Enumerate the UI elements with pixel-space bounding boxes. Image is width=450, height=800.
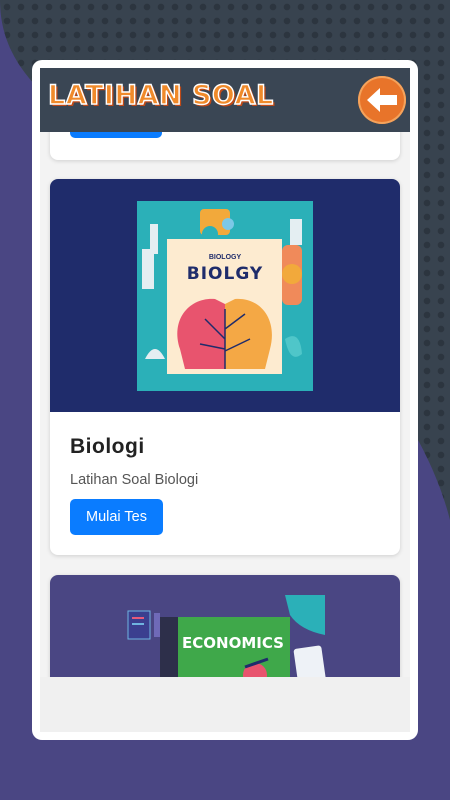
quiz-card-biology: BIOLOGY BIOLGY Biologi Latihan Soal Biol…	[50, 179, 400, 555]
economics-cover-title: ECONOMICS	[182, 634, 284, 652]
start-test-button-previous[interactable]	[70, 132, 162, 138]
economics-book-illustration: ECONOMICS	[127, 595, 327, 677]
arrow-left-icon	[367, 88, 397, 112]
quiz-list[interactable]: BIOLOGY BIOLGY Biologi Latihan Soal Biol…	[40, 132, 410, 677]
back-button[interactable]	[358, 76, 406, 124]
biology-cover-image: BIOLOGY BIOLGY	[50, 179, 400, 412]
start-test-button[interactable]: Mulai Tes	[70, 499, 163, 535]
footer-area	[40, 677, 410, 732]
header-bar: LATIHAN SOAL	[40, 68, 410, 132]
card-subtitle: Latihan Soal Biologi	[70, 472, 199, 488]
quiz-card-previous	[50, 132, 400, 160]
quiz-card-economics: ECONOMICS	[50, 575, 400, 677]
page-title: LATIHAN SOAL	[47, 79, 274, 111]
app-panel: LATIHAN SOAL BIOLOGY BIOLGY Biologi Lati…	[32, 60, 418, 740]
cover-title-big: BIOLGY	[187, 264, 263, 284]
cover-title-small: BIOLOGY	[209, 254, 242, 261]
card-title: Biologi	[70, 435, 145, 458]
biology-book-illustration: BIOLOGY BIOLGY	[137, 201, 313, 391]
economics-cover-image: ECONOMICS	[50, 575, 400, 677]
